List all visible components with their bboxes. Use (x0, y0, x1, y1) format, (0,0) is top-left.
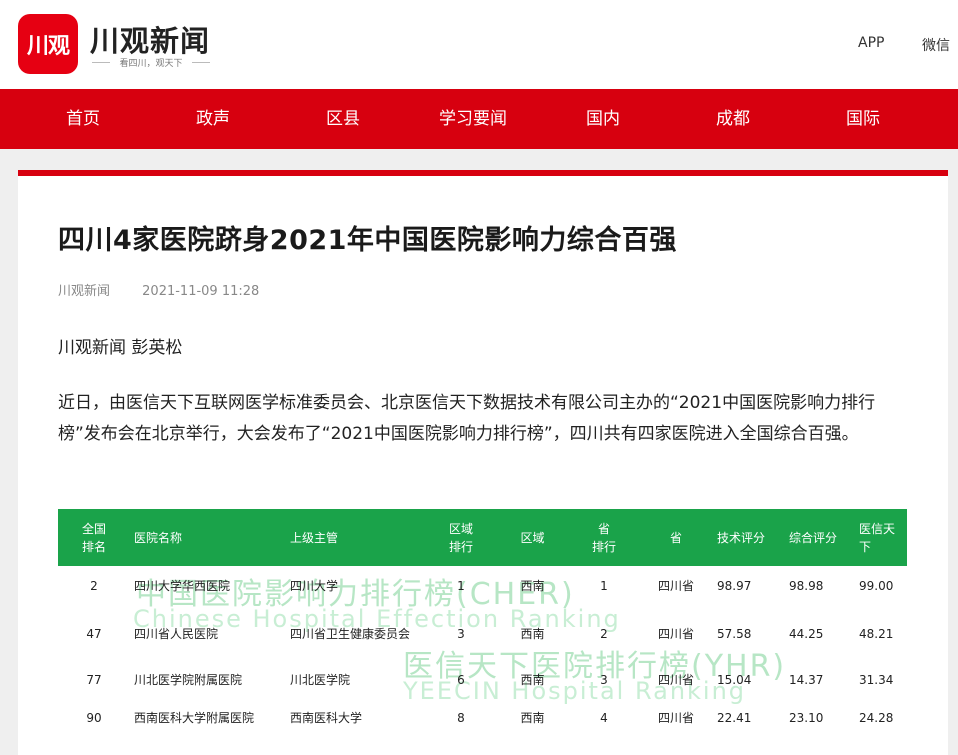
cell: 90 (86, 710, 102, 725)
cell: 西南医科大学 (290, 710, 363, 725)
col-province: 省 (669, 530, 682, 545)
main-nav: 首页 政声 区县 学习要闻 国内 成都 国际 (0, 89, 958, 149)
cell: 西南医科大学附属医院 (134, 710, 255, 725)
article-author: 川观新闻 彭英松 (58, 338, 183, 358)
col-province-rank: 省 排行 (569, 509, 639, 566)
nav-item-international[interactable]: 国际 (798, 89, 928, 149)
article-title: 四川4家医院跻身2021年中国医院影响力综合百强 (58, 225, 677, 256)
article-container: 四川4家医院跻身2021年中国医院影响力综合百强 川观新闻 2021-11-09… (18, 170, 948, 755)
cell: 48.21 (859, 626, 894, 641)
cell: 川北医学院附属医院 (134, 672, 243, 687)
cell: 77 (86, 672, 102, 687)
article-source[interactable]: 川观新闻 (58, 284, 110, 299)
cell: 3 (457, 626, 465, 641)
cell: 57.58 (717, 626, 752, 641)
cell: 6 (457, 672, 465, 687)
article-datetime: 2021-11-09 11:28 (142, 284, 260, 299)
col-overall-score: 综合评分 (789, 530, 838, 545)
ranking-table: 全国 排名 医院名称 上级主管 区域 排行 区域 省 排行 省 技术评分 综合评… (58, 509, 907, 731)
cell: 44.25 (789, 626, 824, 641)
cell: 四川省 (657, 710, 694, 725)
cell: 98.97 (717, 578, 752, 593)
cell: 31.34 (859, 672, 894, 687)
cell: 四川省人民医院 (134, 626, 219, 641)
cell: 川北医学院 (290, 672, 351, 687)
col-hospital-name: 医院名称 (134, 530, 183, 545)
cell: 四川省 (657, 672, 694, 687)
nav-item-domestic[interactable]: 国内 (538, 89, 668, 149)
header-text: 省 排行 (591, 521, 616, 554)
cell: 四川省卫生健康委员会 (290, 626, 411, 641)
table-row: 2 四川大学华西医院 四川大学 1 西南 1 四川省 98.97 98.98 9… (58, 566, 907, 606)
cell: 24.28 (859, 710, 894, 725)
cell: 3 (600, 672, 608, 687)
logo-title[interactable]: 川观新闻 (90, 18, 210, 60)
cell: 14.37 (789, 672, 824, 687)
article-meta: 川观新闻 2021-11-09 11:28 (58, 280, 259, 299)
nav-item-study-news[interactable]: 学习要闻 (408, 89, 538, 149)
cell: 15.04 (717, 672, 752, 687)
col-region-rank: 区域 排行 (426, 509, 496, 566)
logo-mark[interactable]: 川观 (18, 14, 78, 74)
cell: 22.41 (717, 710, 752, 725)
header-text: 全国 排名 (81, 521, 106, 554)
cell: 西南 (520, 672, 545, 687)
header-text: 区域 排行 (448, 521, 473, 554)
cell: 1 (600, 578, 608, 593)
cell: 4 (600, 710, 608, 725)
cell: 四川大学 (290, 578, 339, 593)
table-row: 90 西南医科大学附属医院 西南医科大学 8 西南 4 四川省 22.41 23… (58, 698, 907, 731)
cell: 西南 (520, 626, 545, 641)
logo-slogan: 看四川，观天下 (92, 56, 210, 69)
ranking-table-image: 中国医院影响力排行榜(CHER) Chinese Hospital Effect… (58, 509, 907, 731)
col-tech-score: 技术评分 (717, 530, 766, 545)
wechat-link[interactable]: 微信 (922, 35, 950, 55)
col-supervisor: 上级主管 (290, 530, 339, 545)
cell: 西南 (520, 578, 545, 593)
nav-item-home[interactable]: 首页 (0, 89, 148, 149)
nav-item-districts[interactable]: 区县 (278, 89, 408, 149)
cell: 1 (457, 578, 465, 593)
cell: 四川省 (657, 626, 694, 641)
cell: 2 (600, 626, 608, 641)
top-header: 川观 川观新闻 看四川，观天下 APP 微信 (0, 0, 958, 89)
cell: 2 (90, 578, 98, 593)
cell: 23.10 (789, 710, 824, 725)
col-yeecin: 医信天下 (859, 521, 896, 554)
cell: 98.98 (789, 578, 824, 593)
cell: 四川省 (657, 578, 694, 593)
table-row: 77 川北医学院附属医院 川北医学院 6 西南 3 四川省 15.04 14.3… (58, 662, 907, 698)
table-header-row: 全国 排名 医院名称 上级主管 区域 排行 区域 省 排行 省 技术评分 综合评… (58, 509, 907, 566)
table-row: 47 四川省人民医院 四川省卫生健康委员会 3 西南 2 四川省 57.58 4… (58, 606, 907, 662)
cell: 47 (86, 626, 102, 641)
cell: 8 (457, 710, 465, 725)
nav-item-politics[interactable]: 政声 (148, 89, 278, 149)
cell: 99.00 (859, 578, 894, 593)
col-national-rank: 全国 排名 (58, 509, 130, 566)
article-paragraph: 近日，由医信天下互联网医学标准委员会、北京医信天下数据技术有限公司主办的“202… (58, 393, 876, 444)
cell: 四川大学华西医院 (134, 578, 231, 593)
cell: 西南 (520, 710, 545, 725)
app-link[interactable]: APP (858, 35, 884, 51)
col-region: 区域 (520, 530, 545, 545)
nav-item-chengdu[interactable]: 成都 (668, 89, 798, 149)
